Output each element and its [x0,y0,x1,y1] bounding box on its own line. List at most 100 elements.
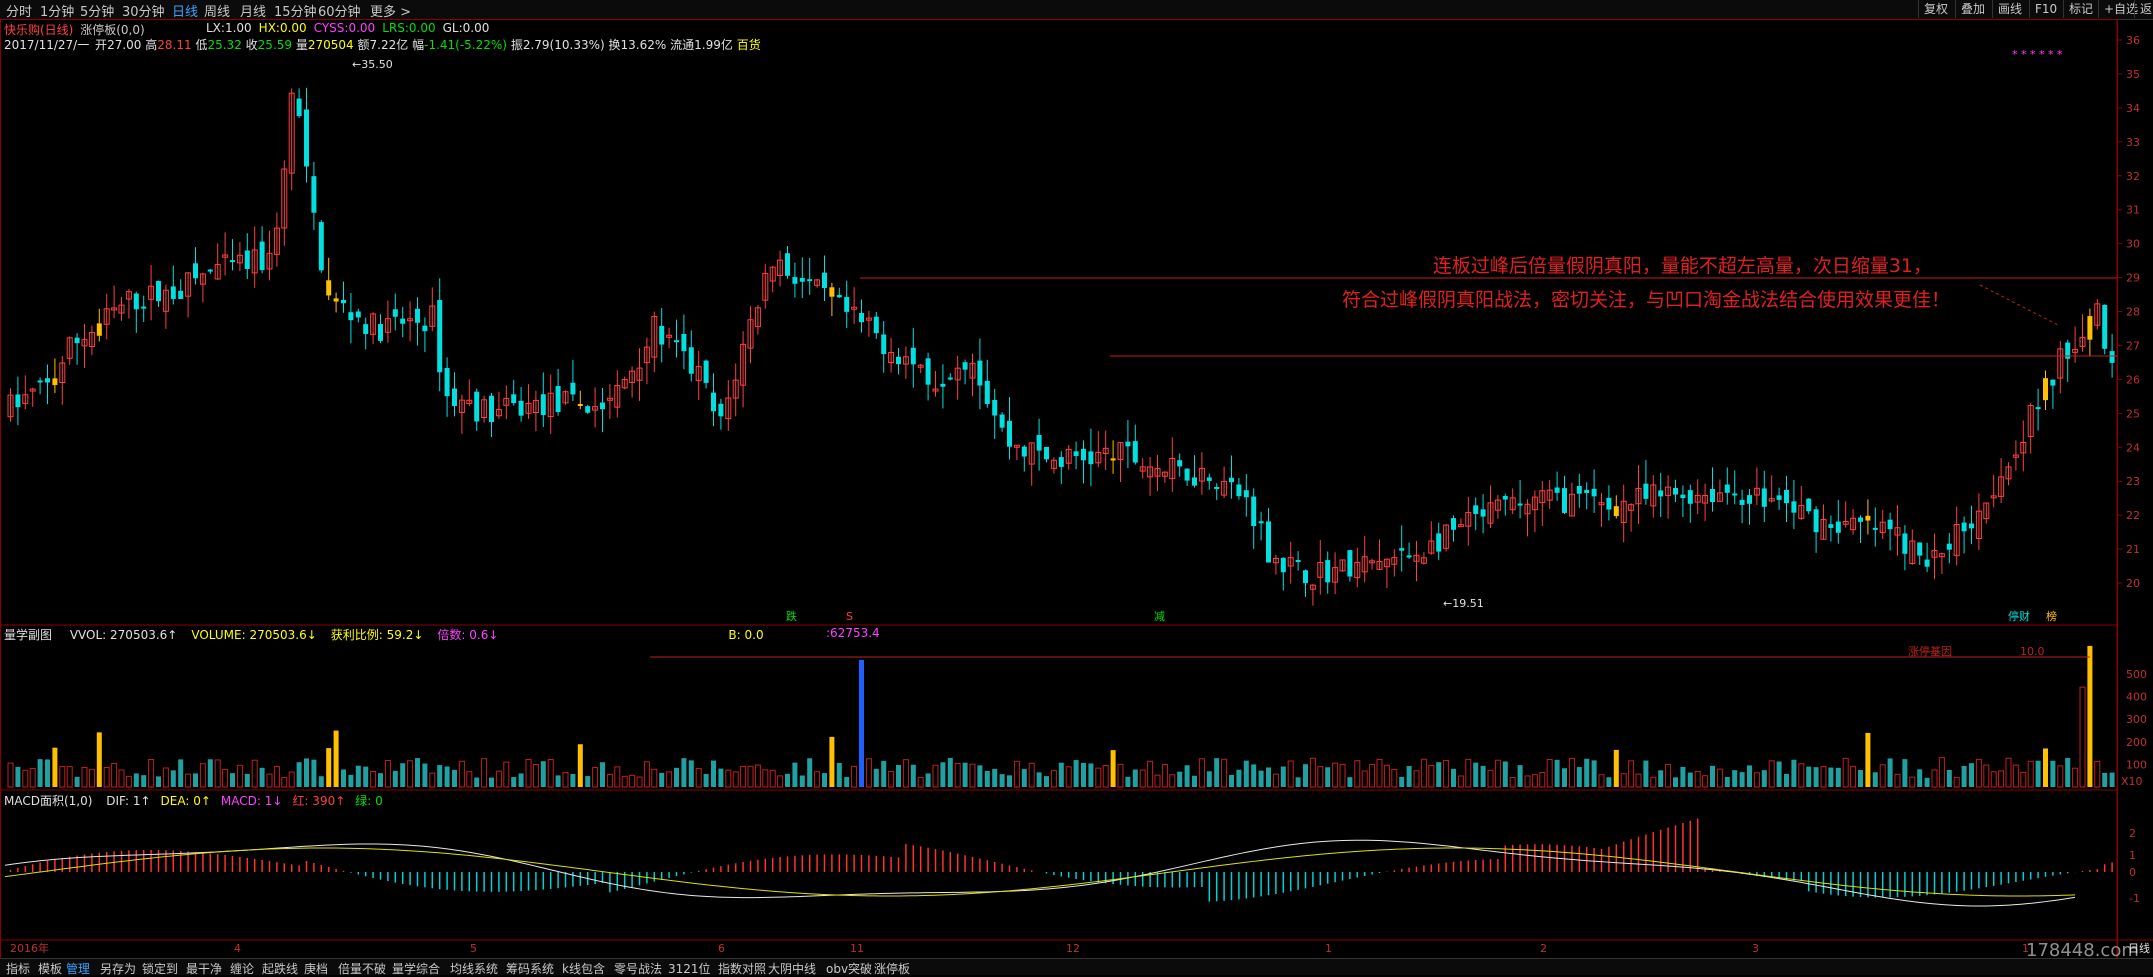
volume-bar [525,759,532,788]
volume-bar [2065,757,2071,787]
volume-bar [1784,773,1789,787]
period-tab-3[interactable]: 30分钟 [122,1,165,20]
candle-body [2050,379,2056,386]
bottom-tab-7[interactable]: 起跌线 [262,960,298,977]
volume-bar [674,767,679,787]
candle-body [1303,570,1308,584]
volume-bar [1680,767,1686,787]
bottom-tab-11[interactable]: 均线系统 [450,960,498,977]
candle-body [681,333,687,352]
volume-bar [407,760,414,788]
toolbar-button-4[interactable]: 标记 [2063,0,2098,18]
toolbar-button-0[interactable]: 复权 [1918,0,1953,18]
kline-chart[interactable]: 3635343332313029282726252423222120连板过峰后倍… [0,19,2153,977]
volume-bar [540,761,546,787]
volume-bar [947,757,953,787]
candle-body [133,293,139,310]
volume-bar [2079,686,2086,788]
volume-bar [1266,767,1271,787]
period-tab-5[interactable]: 周线 [204,1,230,20]
volume-bar [1347,777,1353,787]
bottom-tab-17[interactable]: 大阴中线 [768,960,816,977]
bottom-tab-14[interactable]: 零号战法 [614,960,662,977]
volume-bar [740,765,747,788]
period-tab-0[interactable]: 分时 [6,1,32,20]
candle-body [703,360,709,383]
volume-bar [1798,763,1805,788]
period-tab-2[interactable]: 5分钟 [80,1,114,20]
volume-bar [474,777,480,787]
candle-body [1776,495,1782,500]
bottom-tab-9[interactable]: 倍量不破 [338,960,386,977]
candle-body [1125,441,1131,447]
bottom-tab-13[interactable]: k线包含 [562,960,605,977]
bottom-tab-5[interactable]: 最干净 [186,960,222,977]
volume-bar [592,767,599,788]
volume-bar [384,760,391,788]
bottom-tab-8[interactable]: 庚档 [304,960,328,977]
period-tab-8[interactable]: 60分钟 [318,1,361,20]
volume-bar [1332,762,1339,788]
volume-bar [1303,764,1308,787]
volume-bar [304,758,309,787]
candle-body [1924,559,1930,567]
bottom-tab-12[interactable]: 筹码系统 [506,960,554,977]
candle-body [1732,493,1738,496]
candle-body [1739,499,1745,505]
candle-body [318,222,324,271]
bottom-tab-19[interactable]: 涨停板 [874,960,910,977]
period-tab-7[interactable]: 15分钟 [274,1,317,20]
volume-bar [1236,769,1242,787]
bottom-tab-10[interactable]: 量学综合 [392,960,440,977]
toolbar-button-1[interactable]: 叠加 [1955,0,1990,18]
candle-body [555,385,561,413]
candle-body [518,400,524,416]
volume-bar [1139,769,1146,788]
volume-bar [273,766,280,788]
toolbar-button-2[interactable]: 画线 [1992,0,2027,18]
volume-bar [1917,769,1923,787]
candle-body [577,404,583,407]
bottom-tab-15[interactable]: 3121位 [668,960,711,977]
period-tab-4[interactable]: 日线 [172,1,198,20]
candle-body [792,277,798,284]
volume-bar [1406,766,1412,787]
candle-body [1007,420,1012,447]
volume-bar [2072,767,2079,788]
volume-bar [2043,748,2048,787]
candle-body [1088,451,1094,465]
bottom-tab-1[interactable]: 模板 [38,960,62,977]
bottom-tab-0[interactable]: 指标 [6,960,30,977]
bottom-tab-6[interactable]: 缠论 [230,960,254,977]
zhangting-label: 涨停基因 [1908,644,1952,658]
volume-bar [1665,763,1672,788]
volume-bar [1339,763,1346,788]
period-tab-6[interactable]: 月线 [240,1,266,20]
candle-body [244,250,250,269]
candle-body [363,324,369,334]
volume-bar [1732,770,1738,787]
volume-bar [1036,772,1042,787]
bottom-tab-3[interactable]: 另存为 [100,960,136,977]
volume-bar [865,758,872,788]
bottom-tab-18[interactable]: obv突破 [826,960,872,977]
volume-bar [296,762,302,787]
candle-body [392,309,398,317]
x-axis-label: 12 [1066,942,1080,955]
bottom-tab-4[interactable]: 锁定到 [142,960,178,977]
period-tab-9[interactable]: 更多 > [370,1,411,20]
volume-bar [207,759,213,787]
volume-bar [96,732,102,787]
candle-body [333,298,339,302]
volume-bar [1465,758,1472,788]
bottom-tab-16[interactable]: 指数对照 [718,960,766,977]
candle-body [1872,527,1878,530]
volume-bar [415,758,420,787]
volume-bar [1879,764,1886,788]
price-axis-label: 20 [2126,577,2140,590]
period-tab-1[interactable]: 1分钟 [40,1,74,20]
toolbar-button-6[interactable]: 返 [2134,0,2153,18]
toolbar-button-3[interactable]: F10 [2029,0,2062,18]
bottom-tab-2[interactable]: 管理 [66,960,90,977]
volume-bar [1747,765,1752,787]
